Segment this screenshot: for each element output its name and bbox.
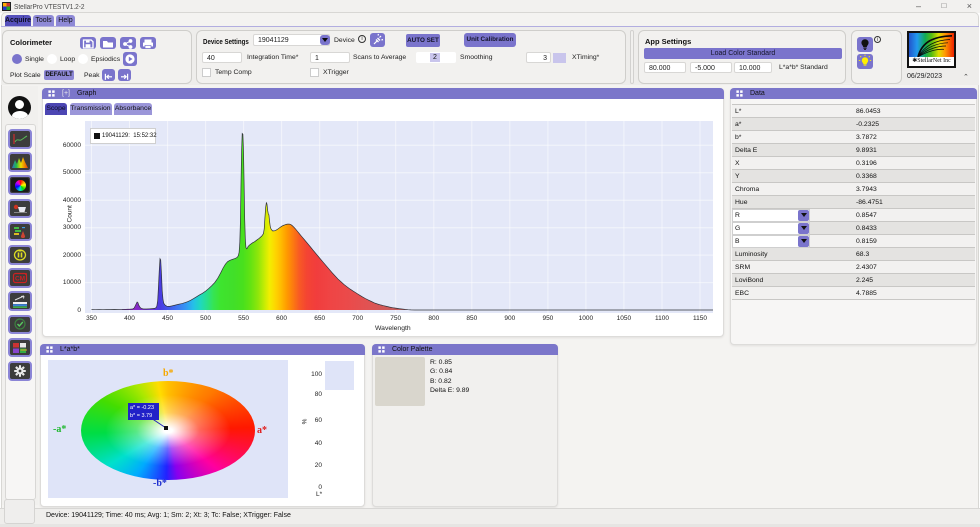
svg-text:CM: CM bbox=[15, 276, 25, 283]
